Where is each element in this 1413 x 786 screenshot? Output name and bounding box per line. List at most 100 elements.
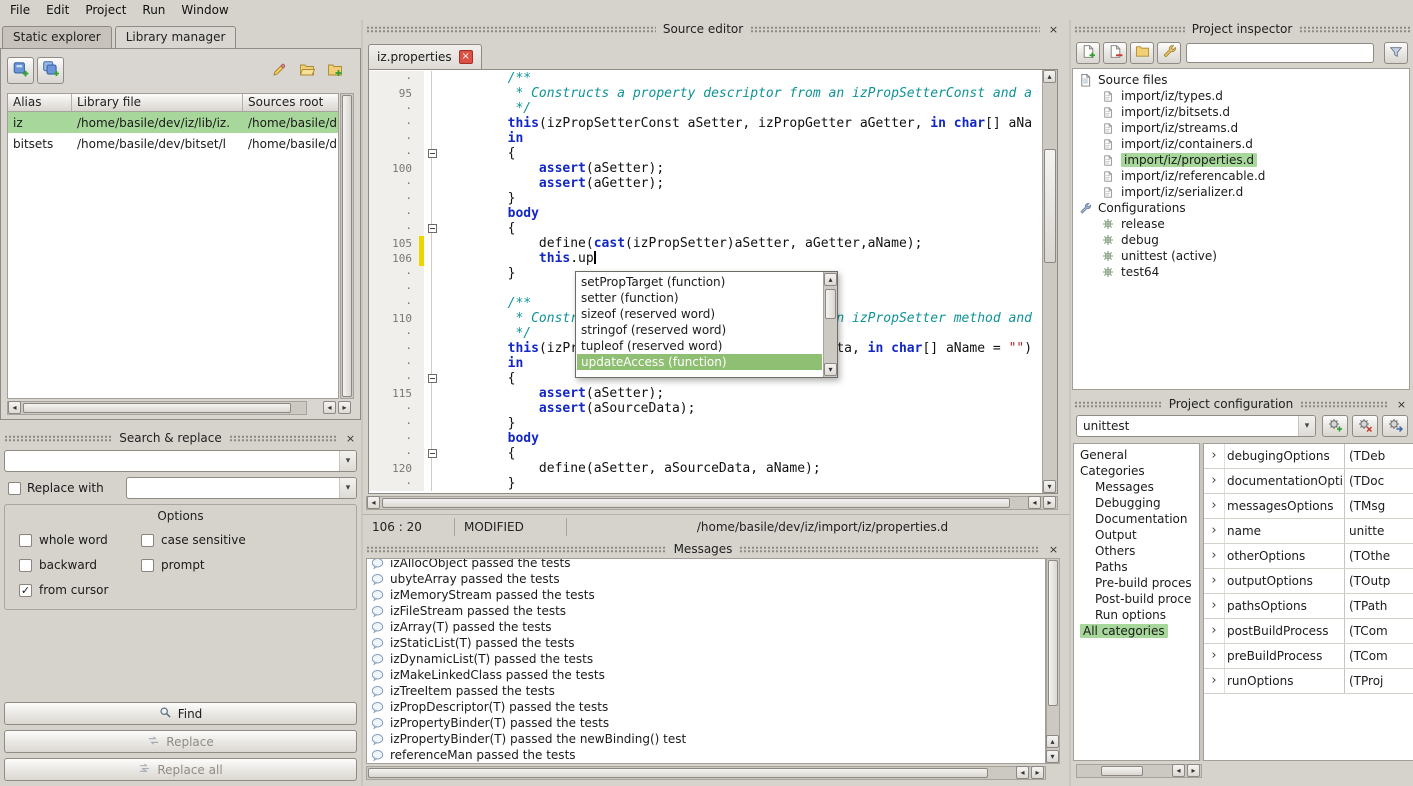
- messages-horizontal-scrollbar[interactable]: [366, 766, 1046, 780]
- property-row[interactable]: ›preBuildProcess(TCom: [1204, 644, 1413, 669]
- expand-icon[interactable]: ›: [1204, 494, 1224, 518]
- scrollbar-thumb[interactable]: [23, 403, 291, 413]
- scroll-left-icon[interactable]: ◂: [1028, 496, 1041, 509]
- column-header-library-file[interactable]: Library file: [72, 94, 243, 111]
- code-text[interactable]: {: [440, 146, 1042, 161]
- code-text[interactable]: body: [440, 206, 1042, 221]
- category-item[interactable]: Categories: [1074, 463, 1199, 479]
- category-item[interactable]: Messages: [1074, 479, 1199, 495]
- category-item[interactable]: Output: [1074, 527, 1199, 543]
- menu-run[interactable]: Run: [136, 1, 175, 20]
- replace-with-checkbox[interactable]: Replace with: [8, 481, 104, 495]
- completion-item[interactable]: setPropTarget (function): [577, 274, 822, 290]
- message-item[interactable]: izStaticList(T) passed the tests: [367, 635, 1045, 651]
- search-input[interactable]: [5, 451, 339, 471]
- expand-icon[interactable]: ›: [1204, 569, 1224, 593]
- code-text[interactable]: assert(aSetter);: [440, 161, 1042, 176]
- scroll-down-icon[interactable]: ▾: [1046, 750, 1059, 763]
- code-text[interactable]: in: [440, 131, 1042, 146]
- code-text[interactable]: {: [440, 221, 1042, 236]
- scroll-right-icon[interactable]: ▸: [1187, 764, 1200, 777]
- scroll-left-icon[interactable]: ◂: [1016, 766, 1029, 779]
- option-backward[interactable]: backward: [19, 558, 141, 572]
- expand-icon[interactable]: ›: [1204, 644, 1224, 668]
- option-prompt[interactable]: prompt: [141, 558, 348, 572]
- message-item[interactable]: izMakeLinkedClass passed the tests: [367, 667, 1045, 683]
- tree-item[interactable]: unittest (active): [1073, 248, 1409, 264]
- property-row[interactable]: ›debugingOptions(TDeb: [1204, 444, 1413, 469]
- message-item[interactable]: izMemoryStream passed the tests: [367, 587, 1045, 603]
- scrollbar-thumb[interactable]: [342, 95, 352, 397]
- open-library-file-button[interactable]: [295, 59, 319, 83]
- scroll-down-icon[interactable]: ▾: [824, 363, 837, 376]
- remove-configuration-button[interactable]: [1352, 415, 1378, 437]
- code-text[interactable]: }: [440, 476, 1042, 491]
- tree-item[interactable]: import/iz/types.d: [1073, 88, 1409, 104]
- option-from-cursor[interactable]: ✓from cursor: [19, 583, 141, 597]
- code-text[interactable]: assert(aSetter);: [440, 386, 1042, 401]
- property-row[interactable]: ›runOptions(TProj: [1204, 669, 1413, 694]
- close-tab-icon[interactable]: ×: [459, 50, 473, 64]
- category-item[interactable]: Pre-build proces: [1074, 575, 1199, 591]
- close-panel-icon[interactable]: ×: [344, 432, 357, 445]
- close-panel-icon[interactable]: ×: [1047, 543, 1060, 556]
- option-whole-word[interactable]: whole word: [19, 533, 141, 547]
- code-text[interactable]: }: [440, 416, 1042, 431]
- category-item[interactable]: Others: [1074, 543, 1199, 559]
- menu-window[interactable]: Window: [175, 1, 238, 20]
- library-row[interactable]: iz/home/basile/dev/iz/lib/iz./home/basil…: [8, 112, 338, 133]
- tree-item[interactable]: Configurations: [1073, 200, 1409, 216]
- splitter-right[interactable]: [1069, 20, 1071, 786]
- inspector-filter-input[interactable]: [1186, 43, 1374, 63]
- category-item[interactable]: Debugging: [1074, 495, 1199, 511]
- tab-library-manager[interactable]: Library manager: [115, 26, 237, 48]
- message-item[interactable]: izAllocObject passed the tests: [367, 558, 1045, 571]
- category-item[interactable]: General: [1074, 447, 1199, 463]
- expand-icon[interactable]: ›: [1204, 619, 1224, 643]
- message-item[interactable]: izPropertyBinder(T) passed the tests: [367, 715, 1045, 731]
- expand-icon[interactable]: ›: [1204, 594, 1224, 618]
- scroll-up-icon[interactable]: ▴: [1046, 735, 1059, 748]
- filter-button[interactable]: [1384, 42, 1408, 64]
- completion-scrollbar[interactable]: ▴ ▾: [823, 272, 837, 377]
- tree-item[interactable]: import/iz/bitsets.d: [1073, 104, 1409, 120]
- replace-button[interactable]: Replace: [4, 730, 357, 753]
- add-folder-button[interactable]: [1130, 42, 1154, 64]
- expand-icon[interactable]: ›: [1204, 444, 1224, 468]
- editor-vertical-scrollbar[interactable]: ▴ ▾: [1042, 70, 1057, 493]
- tree-item[interactable]: Source files: [1073, 72, 1409, 88]
- property-row[interactable]: ›pathsOptions(TPath: [1204, 594, 1413, 619]
- code-text[interactable]: {: [440, 446, 1042, 461]
- property-row[interactable]: ›postBuildProcess(TCom: [1204, 619, 1413, 644]
- code-text[interactable]: define(aSetter, aSourceData, aName);: [440, 461, 1042, 476]
- scrollbar-thumb[interactable]: [1044, 149, 1056, 263]
- category-item[interactable]: Run options: [1074, 607, 1199, 623]
- menu-edit[interactable]: Edit: [40, 1, 79, 20]
- fold-box-icon[interactable]: [428, 224, 437, 233]
- property-row[interactable]: ›outputOptions(TOutp: [1204, 569, 1413, 594]
- property-row[interactable]: ›otherOptions(TOthe: [1204, 544, 1413, 569]
- category-item[interactable]: All categories: [1074, 623, 1199, 639]
- option-case-sensitive[interactable]: case sensitive: [141, 533, 348, 547]
- configuration-selector[interactable]: unittest ▾: [1076, 415, 1316, 437]
- scrollbar-thumb[interactable]: [382, 498, 1010, 508]
- message-item[interactable]: izArray(T) passed the tests: [367, 619, 1045, 635]
- expand-icon[interactable]: ›: [1204, 544, 1224, 568]
- replace-input[interactable]: [127, 478, 339, 498]
- search-combo[interactable]: ▾: [4, 450, 357, 472]
- message-item[interactable]: izTreeItem passed the tests: [367, 683, 1045, 699]
- tree-item[interactable]: debug: [1073, 232, 1409, 248]
- close-panel-icon[interactable]: ×: [1047, 23, 1060, 36]
- expand-icon[interactable]: ›: [1204, 519, 1224, 543]
- splitter-left[interactable]: [361, 20, 363, 786]
- message-item[interactable]: referenceMan passed the tests: [367, 747, 1045, 763]
- message-item[interactable]: izPropDescriptor(T) passed the tests: [367, 699, 1045, 715]
- replace-all-button[interactable]: Replace all: [4, 758, 357, 781]
- code-text[interactable]: }: [440, 191, 1042, 206]
- tree-item[interactable]: import/iz/properties.d: [1073, 152, 1409, 168]
- library-row[interactable]: bitsets/home/basile/dev/bitset/l/home/ba…: [8, 133, 338, 154]
- scroll-right-icon[interactable]: ▸: [1031, 766, 1044, 779]
- message-item[interactable]: izFileStream passed the tests: [367, 603, 1045, 619]
- code-text[interactable]: define(cast(izPropSetter)aSetter, aGette…: [440, 236, 1042, 251]
- tree-item[interactable]: release: [1073, 216, 1409, 232]
